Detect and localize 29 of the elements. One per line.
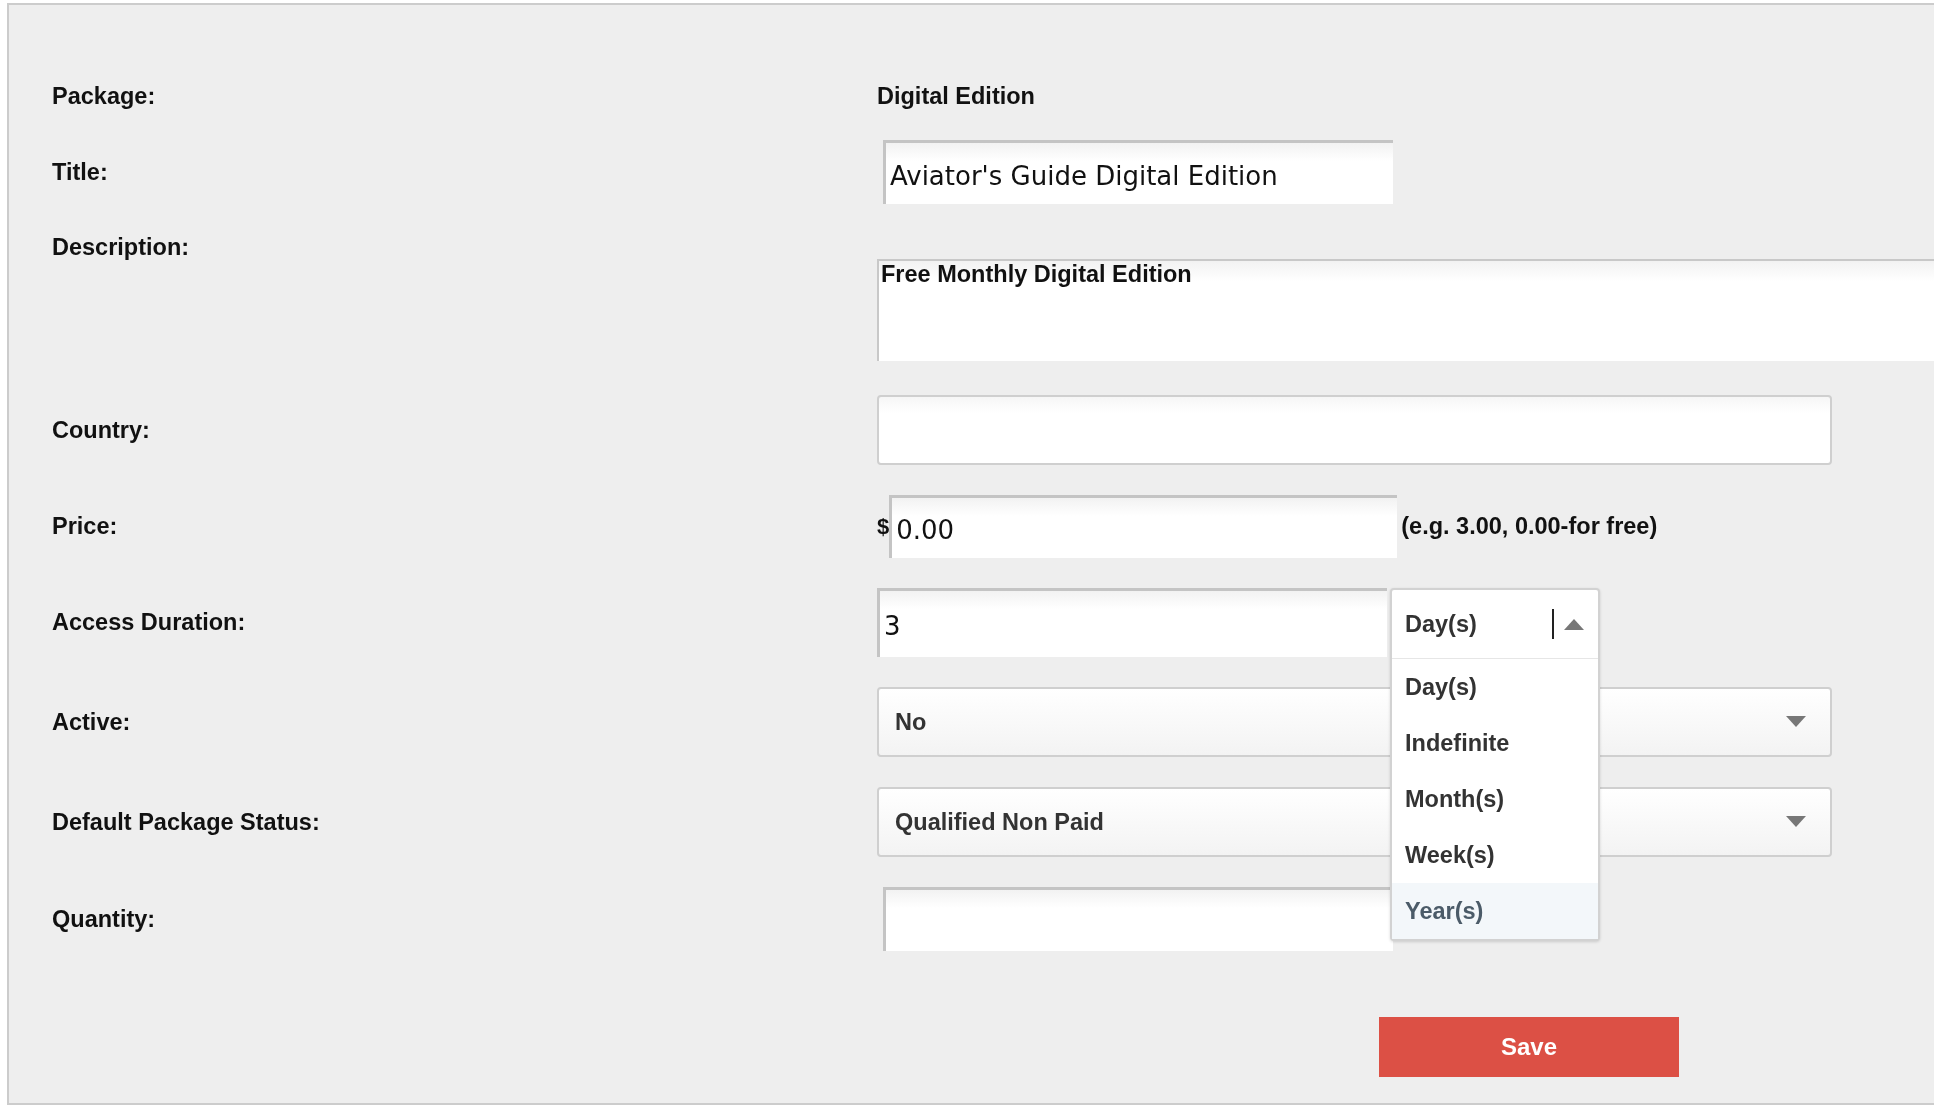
country-input-field[interactable] xyxy=(877,395,1832,465)
dropdown-option[interactable]: Week(s) xyxy=(1392,827,1598,883)
field-label: Country: xyxy=(52,416,151,444)
text-input-field[interactable]: Aviator's Guide Digital Edition xyxy=(883,140,1393,204)
currency-symbol: $ xyxy=(877,513,890,540)
caret-up-icon xyxy=(1564,618,1584,630)
description-textarea[interactable]: Free Monthly Digital Edition xyxy=(877,259,1934,361)
field-label: Description: xyxy=(52,234,191,261)
field-label: Access Duration: xyxy=(52,609,247,636)
field-label: Package: xyxy=(52,83,157,110)
dropdown-value: Day(s) xyxy=(1405,610,1477,638)
caret-down-icon xyxy=(1786,816,1806,828)
unit-dropdown[interactable]: Day(s) Day(s) Indefinite Month(s) Week(s) Year(s) xyxy=(1390,588,1600,941)
price-hint: (e.g. 3.00, 0.00-for free) xyxy=(1401,513,1658,540)
dropdown-option[interactable]: Day(s) xyxy=(1392,659,1598,715)
field-label: Default Package Status: xyxy=(52,808,321,836)
field-label: Quantity: xyxy=(52,905,157,933)
save-button[interactable]: Save xyxy=(1379,1017,1679,1077)
price-input-field[interactable]: 0.00 xyxy=(889,495,1398,558)
dropdown-option[interactable]: Year(s) xyxy=(1392,883,1598,939)
field-label: Active: xyxy=(52,708,132,736)
dropdown-option[interactable]: Indefinite xyxy=(1392,715,1598,771)
duration-input-field[interactable]: 3 xyxy=(877,588,1387,657)
caret-down-icon xyxy=(1786,716,1806,728)
package-value: Digital Edition xyxy=(877,83,1036,110)
field-label: Price: xyxy=(52,513,119,540)
text-input-field[interactable] xyxy=(883,887,1393,951)
dropdown-option[interactable]: Month(s) xyxy=(1392,771,1598,827)
field-label: Title: xyxy=(52,158,109,186)
